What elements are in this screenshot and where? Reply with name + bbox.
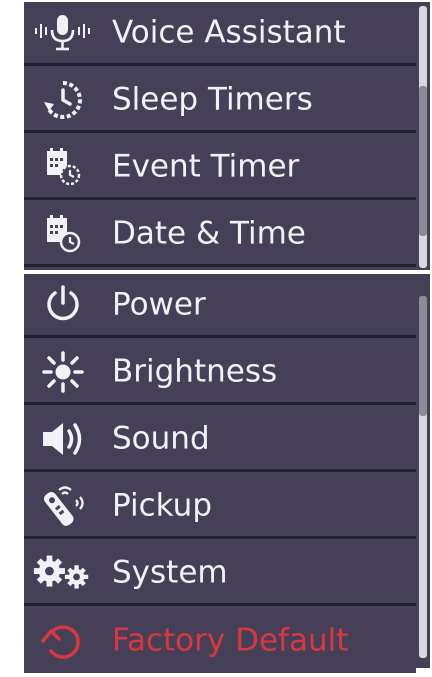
menu-item-label: Sleep Timers	[112, 80, 313, 117]
settings-menu: Voice Assistant Sleep Timers Event Timer…	[24, 2, 430, 673]
menu-item-system[interactable]: System	[24, 542, 416, 606]
event-timer-icon	[32, 144, 94, 190]
menu-top-scrollbar[interactable]	[419, 6, 427, 268]
menu-item-power[interactable]: Power	[24, 274, 416, 338]
microphone-icon	[32, 10, 94, 56]
sleep-timer-icon	[32, 77, 94, 123]
menu-item-sleep-timers[interactable]: Sleep Timers	[24, 69, 416, 133]
brightness-icon	[32, 349, 94, 395]
menu-item-voice-assistant[interactable]: Voice Assistant	[24, 2, 416, 66]
gears-icon	[32, 550, 94, 596]
menu-top-section: Voice Assistant Sleep Timers Event Timer…	[24, 2, 430, 270]
power-icon	[32, 282, 94, 328]
menu-bottom-scrollbar[interactable]	[419, 296, 427, 658]
speaker-icon	[32, 416, 94, 462]
menu-item-label: Sound	[112, 419, 210, 456]
menu-item-label: Voice Assistant	[112, 13, 346, 50]
scrollbar-thumb[interactable]	[419, 296, 427, 416]
date-time-icon	[32, 211, 94, 257]
scrollbar-thumb[interactable]	[419, 86, 427, 236]
menu-item-factory-default[interactable]: Factory Default	[24, 609, 416, 673]
menu-item-label: Power	[112, 285, 206, 322]
menu-item-pickup[interactable]: Pickup	[24, 475, 416, 539]
menu-item-label: Factory Default	[112, 622, 349, 659]
menu-item-date-time[interactable]: Date & Time	[24, 203, 416, 267]
remote-pickup-icon	[32, 483, 94, 529]
menu-item-label: Pickup	[112, 486, 212, 523]
menu-item-brightness[interactable]: Brightness	[24, 341, 416, 405]
menu-item-label: Event Timer	[112, 147, 300, 184]
menu-item-label: Date & Time	[112, 214, 306, 251]
menu-item-sound[interactable]: Sound	[24, 408, 416, 472]
menu-item-event-timer[interactable]: Event Timer	[24, 136, 416, 200]
reset-icon	[32, 618, 94, 664]
menu-bottom-section: Power Brightness Sound Pickup System Fac…	[24, 274, 430, 673]
menu-item-label: Brightness	[112, 352, 278, 389]
menu-item-label: System	[112, 553, 228, 590]
